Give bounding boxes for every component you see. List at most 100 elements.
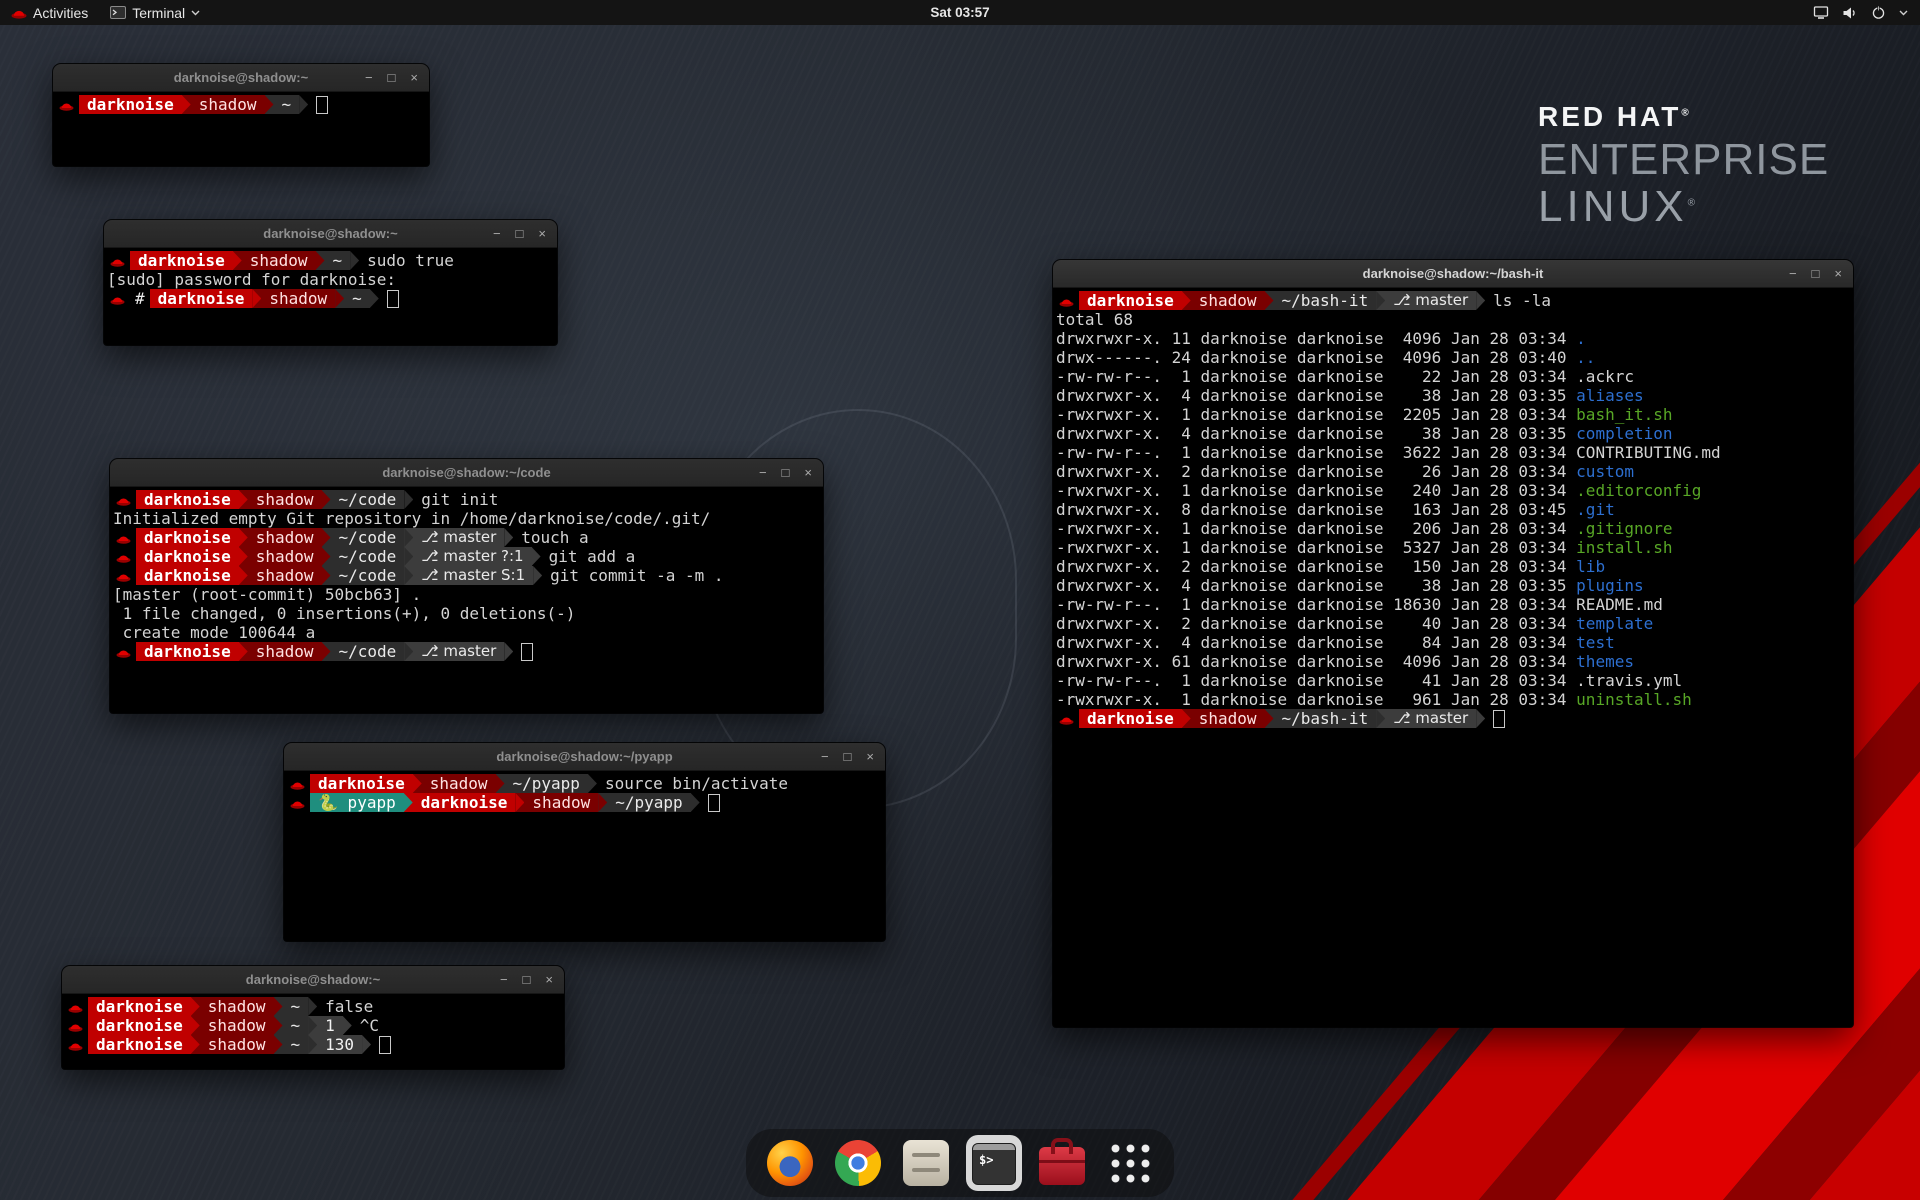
output-text: drwxrwxr-x. 4 darknoise darknoise 38 Jan… [1056,424,1576,443]
prompt-segment-path: ~ [344,289,370,308]
terminal-line: 1 file changed, 0 insertions(+), 0 delet… [113,604,820,623]
terminal-content[interactable]: darknoiseshadow~ [53,92,429,166]
powerline-separator-icon [504,528,513,547]
fedora-icon [1056,291,1079,310]
terminal-line: drwxrwxr-x. 4 darknoise darknoise 38 Jan… [1056,424,1850,443]
status-area[interactable] [1813,0,1920,25]
dock-item-chrome[interactable] [830,1135,886,1191]
output-text: -rw-rw-r--. 1 darknoise darknoise 3622 J… [1056,443,1721,462]
prompt-segment-host: shadow [261,289,335,308]
close-button[interactable]: × [410,71,418,84]
terminal-line: darknoiseshadow~1^C [65,1016,561,1035]
output-text: drwxrwxr-x. 8 darknoise darknoise 163 Ja… [1056,500,1576,519]
powerline-separator-icon [404,547,413,566]
output-text: drwxrwxr-x. 11 darknoise darknoise 4096 … [1056,329,1576,348]
terminal-window[interactable]: darknoise@shadow:~−□×darknoiseshadow~fal… [62,966,564,1069]
maximize-button[interactable]: □ [516,227,524,240]
output-text: -rw-rw-r--. 1 darknoise darknoise 18630 … [1056,595,1663,614]
terminal-line: -rw-rw-r--. 1 darknoise darknoise 22 Jan… [1056,367,1850,386]
terminal-line: -rwxrwxr-x. 1 darknoise darknoise 5327 J… [1056,538,1850,557]
output-text: -rwxrwxr-x. 1 darknoise darknoise 5327 J… [1056,538,1576,557]
prompt-segment-host: shadow [191,95,265,114]
activities-button[interactable]: Activities [0,0,99,25]
window-titlebar[interactable]: darknoise@shadow:~/bash-it−□× [1053,260,1853,288]
minimize-button[interactable]: − [365,71,373,84]
prompt-segment-host: shadow [248,490,322,509]
output-text: -rw-rw-r--. 1 darknoise darknoise 41 Jan… [1056,671,1682,690]
window-titlebar[interactable]: darknoise@shadow:~/code−□× [110,459,823,487]
clock[interactable]: Sat 03:57 [930,5,989,20]
powerline-separator-icon [308,1035,317,1054]
dock-item-toolbox[interactable] [1034,1135,1090,1191]
command-text: ls -la [1485,291,1551,310]
terminal-menu-icon [110,6,126,19]
close-button[interactable]: × [1834,267,1842,280]
directory-name: lib [1576,557,1605,576]
dock-item-files[interactable] [898,1135,954,1191]
close-button[interactable]: × [804,466,812,479]
output-text: Initialized empty Git repository in /hom… [113,509,710,528]
close-button[interactable]: × [545,973,553,986]
prompt-segment-user: darknoise [1079,291,1182,310]
prompt-segment-path: ~ [283,997,309,1016]
minimize-button[interactable]: − [493,227,501,240]
dock-item-app-grid[interactable] [1102,1135,1158,1191]
powerline-separator-icon [239,490,248,509]
maximize-button[interactable]: □ [844,750,852,763]
maximize-button[interactable]: □ [388,71,396,84]
powerline-separator-icon [239,566,248,585]
terminal-content[interactable]: darknoiseshadow~/bash-it⎇ masterls -lato… [1053,288,1853,1027]
terminal-line: drwxrwxr-x. 61 darknoise darknoise 4096 … [1056,652,1850,671]
terminal-content[interactable]: darknoiseshadow~/pyappsource bin/activat… [284,771,885,941]
prompt-segment-exitcode: 130 [317,1035,362,1054]
terminal-content[interactable]: darknoiseshadow~sudo true[sudo] password… [104,248,557,345]
window-buttons: − □ × [1789,260,1842,287]
powerline-separator-icon [413,774,422,793]
window-titlebar[interactable]: darknoise@shadow:~/pyapp−□× [284,743,885,771]
window-buttons: − □ × [759,459,812,486]
prompt-segment-path: ~ [283,1016,309,1035]
terminal-content[interactable]: darknoiseshadow~/codegit initInitialized… [110,487,823,713]
minimize-button[interactable]: − [500,973,508,986]
root-indicator: # [130,289,150,308]
output-text: -rwxrwxr-x. 1 darknoise darknoise 206 Ja… [1056,519,1576,538]
output-text: -rwxrwxr-x. 1 darknoise darknoise 240 Ja… [1056,481,1576,500]
command-text: false [317,997,373,1016]
powerline-separator-icon [370,289,379,308]
distro-fedora-icon [11,6,27,19]
powerline-separator-icon [1265,709,1274,728]
prompt-segment-path: ~ [283,1035,309,1054]
app-menu-terminal[interactable]: Terminal [99,0,211,25]
terminal-line: Initialized empty Git repository in /hom… [113,509,820,528]
prompt-segment-user: darknoise [130,251,233,270]
minimize-button[interactable]: − [1789,267,1797,280]
minimize-button[interactable]: − [759,466,767,479]
output-text: drwxrwxr-x. 2 darknoise darknoise 26 Jan… [1056,462,1576,481]
close-button[interactable]: × [538,227,546,240]
powerline-separator-icon [316,251,325,270]
directory-name: template [1576,614,1653,633]
terminal-window[interactable]: darknoise@shadow:~−□×darknoiseshadow~sud… [104,220,557,345]
maximize-button[interactable]: □ [782,466,790,479]
dock-item-firefox[interactable] [762,1135,818,1191]
window-titlebar[interactable]: darknoise@shadow:~−□× [62,966,564,994]
maximize-button[interactable]: □ [1812,267,1820,280]
powerline-separator-icon [532,547,541,566]
close-button[interactable]: × [866,750,874,763]
prompt-segment-host: shadow [248,547,322,566]
prompt-segment-host: shadow [248,642,322,661]
output-text: -rw-rw-r--. 1 darknoise darknoise 22 Jan… [1056,367,1634,386]
terminal-window[interactable]: darknoise@shadow:~/code−□×darknoiseshado… [110,459,823,713]
dock-item-terminal[interactable]: $> [966,1135,1022,1191]
window-buttons: − □ × [500,966,553,993]
maximize-button[interactable]: □ [523,973,531,986]
terminal-window[interactable]: darknoise@shadow:~/bash-it−□×darknoisesh… [1053,260,1853,1027]
terminal-line: -rwxrwxr-x. 1 darknoise darknoise 2205 J… [1056,405,1850,424]
window-titlebar[interactable]: darknoise@shadow:~−□× [104,220,557,248]
terminal-window[interactable]: darknoise@shadow:~−□×darknoiseshadow~ [53,64,429,166]
prompt-segment-host: shadow [248,566,322,585]
window-titlebar[interactable]: darknoise@shadow:~−□× [53,64,429,92]
terminal-window[interactable]: darknoise@shadow:~/pyapp−□×darknoiseshad… [284,743,885,941]
minimize-button[interactable]: − [821,750,829,763]
terminal-content[interactable]: darknoiseshadow~falsedarknoiseshadow~1^C… [62,994,564,1069]
